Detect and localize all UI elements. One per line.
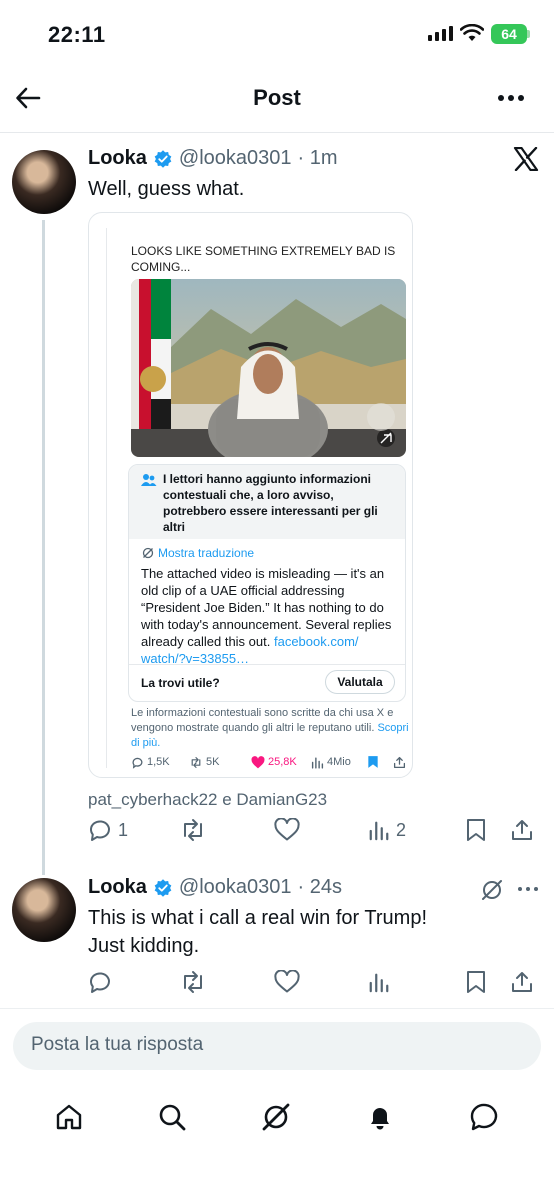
tweet-text: This is what i call a real win for Trump… [88, 904, 427, 960]
repost-button[interactable] [180, 818, 274, 842]
like-icon [251, 755, 265, 768]
bookmark-icon [368, 756, 378, 768]
more-icon[interactable] [518, 887, 538, 891]
note-body: The attached video is misleading — it's … [141, 565, 399, 667]
bookmark-button[interactable] [466, 970, 510, 994]
messages-icon[interactable] [468, 1101, 500, 1133]
avatar[interactable] [12, 150, 76, 214]
views-icon [369, 821, 389, 841]
views-count: 2 [396, 819, 407, 840]
note-footer-text: Le informazioni contestuali sono scritte… [131, 707, 394, 734]
bell-icon[interactable] [365, 1102, 395, 1132]
x-logo-icon [513, 147, 539, 171]
repost-icon [184, 971, 202, 993]
like-button[interactable] [274, 818, 368, 842]
verified-icon [154, 149, 172, 168]
reply-mentions[interactable]: pat_cyberhack22 e DamianG23 [88, 790, 327, 810]
translate-label: Mostra traduzione [158, 546, 255, 560]
avatar[interactable] [12, 878, 76, 942]
repost-icon [191, 756, 201, 768]
views-button[interactable] [368, 971, 466, 993]
tweet-actions [88, 967, 543, 997]
like-button[interactable] [274, 970, 368, 994]
quoted-repost: 5K [189, 756, 251, 769]
quoted-like: 25,8K [251, 755, 311, 769]
video-thumbnail[interactable] [131, 279, 406, 457]
search-icon[interactable] [157, 1102, 187, 1132]
reply-icon [90, 972, 110, 993]
share-button[interactable] [510, 818, 534, 842]
status-time: 22:11 [48, 22, 106, 47]
battery-cap [527, 30, 530, 38]
reply-count: 1 [118, 819, 129, 840]
reply-icon [132, 757, 143, 769]
grok-icon[interactable] [259, 1100, 293, 1134]
share-icon [393, 756, 406, 768]
grok-icon [142, 547, 154, 559]
thread-line [42, 220, 45, 875]
quoted-like-count: 25,8K [268, 756, 297, 768]
quoted-share [393, 756, 406, 769]
display-name[interactable]: Looka [88, 876, 147, 899]
tweet-header: Looka @looka0301 · 1m [88, 147, 338, 170]
page-title: Post [253, 85, 301, 110]
verified-icon [154, 878, 172, 897]
quoted-reply: 1,5K [131, 756, 181, 769]
note-footer: Le informazioni contestuali sono scritte… [131, 706, 411, 751]
tweet-header: Looka @looka0301 · 24s [88, 876, 342, 899]
user-handle[interactable]: @looka0301 [179, 147, 292, 170]
people-icon [141, 473, 157, 487]
like-icon [274, 970, 300, 993]
quoted-views-count: 4Mio [327, 756, 351, 768]
tweet-text-line: This is what i call a real win for Trump… [88, 907, 427, 929]
reply-divider [0, 1008, 554, 1009]
reply-button[interactable] [88, 970, 180, 994]
translate-link[interactable]: Mostra traduzione [142, 546, 254, 560]
grok-icon[interactable] [480, 878, 504, 902]
note-divider [129, 664, 405, 665]
battery-icon: 64 [491, 24, 527, 44]
useful-question: La trovi utile? [141, 676, 220, 690]
quoted-views: 4Mio [311, 756, 367, 769]
quoted-thread-line [106, 228, 107, 768]
quoted-reply-count: 1,5K [147, 756, 170, 768]
share-icon [512, 972, 532, 992]
quoted-actions: 1,5K 5K 25,8K 4Mio [131, 755, 406, 769]
reply-input[interactable]: Posta la tua risposta [13, 1022, 541, 1070]
views-button[interactable]: 2 [368, 819, 466, 841]
quoted-text: LOOKS LIKE SOMETHING EXTREMELY BAD IS CO… [131, 244, 396, 274]
display-name[interactable]: Looka [88, 147, 147, 170]
views-icon [369, 973, 389, 993]
reply-button[interactable]: 1 [88, 818, 180, 842]
quoted-repost-count: 5K [206, 756, 220, 768]
bottom-nav [0, 1095, 554, 1139]
post-time: · 24s [297, 876, 342, 898]
tweet-actions: 1 2 [88, 815, 543, 845]
bookmark-icon [467, 819, 485, 841]
quoted-bookmark [367, 755, 393, 769]
like-icon [274, 818, 300, 841]
signal-icon [428, 26, 453, 41]
tweet-text: Well, guess what. [88, 178, 245, 200]
more-icon[interactable] [498, 95, 524, 101]
home-icon[interactable] [54, 1102, 84, 1132]
share-button[interactable] [510, 970, 534, 994]
bookmark-icon [467, 971, 485, 993]
rate-button[interactable]: Valutala [325, 670, 395, 694]
views-icon [311, 756, 324, 769]
bookmark-button[interactable] [466, 818, 510, 842]
reply-icon [90, 820, 110, 841]
header-divider [0, 132, 554, 133]
share-icon [512, 820, 532, 840]
post-time: · 1m [297, 147, 338, 169]
user-handle[interactable]: @looka0301 [179, 876, 292, 899]
note-title: I lettori hanno aggiunto informazioni co… [163, 472, 378, 534]
note-header: I lettori hanno aggiunto informazioni co… [129, 465, 405, 539]
tweet-text-line: Just kidding. [88, 935, 200, 957]
repost-button[interactable] [180, 970, 274, 994]
wifi-icon [460, 24, 484, 42]
repost-icon [184, 819, 202, 841]
